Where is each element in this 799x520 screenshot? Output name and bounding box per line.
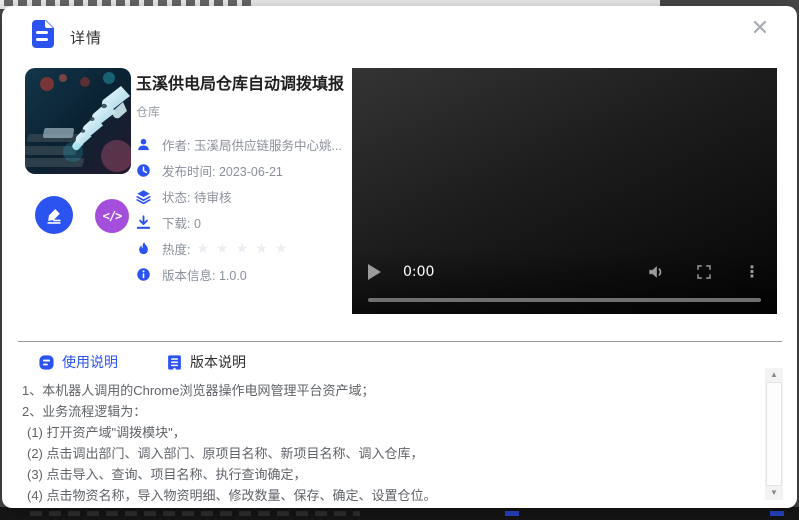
meta-author: 作者: 玉溪局供应链服务中心姚... xyxy=(136,131,350,157)
code-button[interactable]: </> xyxy=(95,199,129,233)
edit-sign-button[interactable] xyxy=(35,196,73,234)
item-title: 玉溪供电局仓库自动调拨填报 xyxy=(136,70,350,94)
meta-author-text: 作者: 玉溪局供应链服务中心姚... xyxy=(162,135,342,154)
play-icon[interactable] xyxy=(368,264,381,280)
tab-bar: 使用说明 版本说明 xyxy=(38,352,294,372)
scrollbar-thumb[interactable] xyxy=(766,382,782,486)
meta-popularity: 热度: ★★★★★ xyxy=(136,235,350,261)
description-line: 2、业务流程逻辑为： xyxy=(22,401,748,422)
section-divider xyxy=(18,341,782,342)
detail-dialog: 详情 ✕ xyxy=(2,6,797,508)
fullscreen-icon[interactable] xyxy=(693,261,715,283)
popularity-stars: ★★★★★ xyxy=(196,241,294,255)
meta-status: 状态: 待审核 xyxy=(136,183,350,209)
user-icon xyxy=(136,137,151,152)
version-notes-icon xyxy=(166,354,183,371)
meta-status-text: 状态: 待审核 xyxy=(162,187,231,206)
tab-usage-notes[interactable]: 使用说明 xyxy=(38,352,118,372)
meta-downloads: 下载: 0 xyxy=(136,209,350,235)
backdrop-blue-mark xyxy=(770,511,784,516)
dialog-title: 详情 xyxy=(70,27,102,48)
meta-version-text: 版本信息: 1.0.0 xyxy=(162,265,247,284)
clock-icon xyxy=(136,163,151,178)
code-icon: </> xyxy=(103,209,122,223)
edit-sign-icon xyxy=(44,205,64,225)
meta-publish-time: 发布时间: 2023-06-21 xyxy=(136,157,350,183)
video-progress-bar[interactable] xyxy=(368,298,761,302)
description-scrollbar[interactable]: ▲ ▼ xyxy=(765,368,783,500)
description-line: (3) 点击导入、查询、项目名称、执行查询确定， xyxy=(22,464,748,485)
meta-publish-time-text: 发布时间: 2023-06-21 xyxy=(162,161,283,180)
download-icon xyxy=(136,215,151,230)
flame-icon xyxy=(136,241,151,256)
meta-version: 版本信息: 1.0.0 xyxy=(136,261,350,287)
close-icon[interactable]: ✕ xyxy=(745,14,775,44)
meta-list: 作者: 玉溪局供应链服务中心姚... 发布时间: 2023-06-21 状态: … xyxy=(136,131,350,287)
video-controls: 0:00 ⋮ xyxy=(352,250,777,314)
description-line: (4) 点击物资名称，导入物资明细、修改数量、保存、确定、设置仓位。 xyxy=(22,485,748,506)
scroll-down-icon[interactable]: ▼ xyxy=(765,486,783,500)
usage-notes-icon xyxy=(38,354,55,371)
backdrop-blue-mark xyxy=(505,511,519,516)
tab-usage-notes-label: 使用说明 xyxy=(62,352,118,372)
meta-downloads-text: 下载: 0 xyxy=(162,213,201,232)
more-options-icon[interactable]: ⋮ xyxy=(741,261,763,283)
tab-version-notes[interactable]: 版本说明 xyxy=(166,352,246,372)
meta-popularity-label: 热度: xyxy=(162,239,190,258)
backdrop-text-fragment xyxy=(30,511,360,516)
item-category: 仓库 xyxy=(136,103,350,120)
usage-description: 1、本机器人调用的Chrome浏览器操作电网管理平台资产域； 2、业务流程逻辑为… xyxy=(22,380,748,506)
volume-icon[interactable] xyxy=(645,261,667,283)
tab-version-notes-label: 版本说明 xyxy=(190,352,246,372)
item-thumbnail xyxy=(25,68,131,174)
document-icon xyxy=(28,19,58,49)
scroll-up-icon[interactable]: ▲ xyxy=(765,368,783,382)
item-info: 玉溪供电局仓库自动调拨填报 仓库 作者: 玉溪局供应链服务中心姚... 发布时间… xyxy=(136,70,350,287)
description-line: (1) 打开资产域"调拨模块"， xyxy=(22,422,748,443)
video-current-time: 0:00 xyxy=(403,264,434,280)
description-line: 1、本机器人调用的Chrome浏览器操作电网管理平台资产域； xyxy=(22,380,748,401)
layers-icon xyxy=(136,189,151,204)
video-player[interactable]: 0:00 ⋮ xyxy=(352,68,777,314)
backdrop-page-bottom xyxy=(0,507,799,520)
info-icon xyxy=(136,267,151,282)
description-line: (2) 点击调出部门、调入部门、原项目名称、新项目名称、调入仓库， xyxy=(22,443,748,464)
